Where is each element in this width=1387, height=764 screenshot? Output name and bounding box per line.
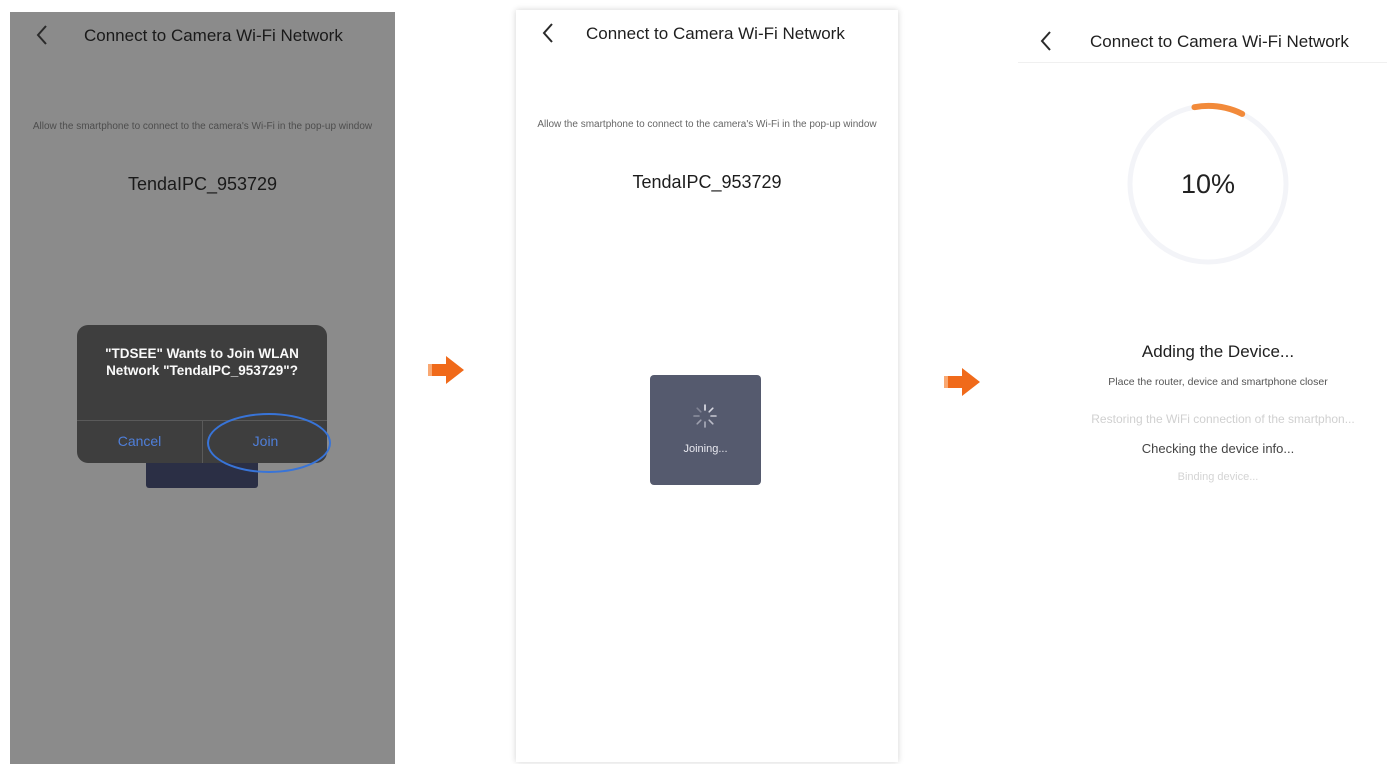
step-checking-device: Checking the device info... <box>1141 441 1295 456</box>
toast-text: Joining... <box>683 443 728 455</box>
cancel-button[interactable]: Cancel <box>77 420 202 463</box>
nav-bar: Connect to Camera Wi-Fi Network <box>1018 6 1387 63</box>
alert-title: "TDSEE" Wants to Join WLAN Network "Tend… <box>105 346 299 378</box>
progress-percent: 10% <box>1180 169 1236 199</box>
arrow-right-icon <box>942 366 982 398</box>
screen-step-3: Connect to Camera Wi-Fi Network 10% Addi… <box>1018 6 1387 758</box>
wifi-ssid: TendaIPC_953729 <box>127 174 278 194</box>
screen-step-1: Connect to Camera Wi-Fi Network Allow th… <box>10 12 395 764</box>
step-binding-device: Binding device... <box>1177 471 1259 483</box>
joining-toast: Joining... <box>650 375 761 485</box>
spinner-icon <box>693 404 717 428</box>
page-title: Connect to Camera Wi-Fi Network <box>586 24 845 43</box>
join-button[interactable]: Join <box>203 420 328 463</box>
status-title: Adding the Device... <box>1141 342 1295 361</box>
nav-bar: Connect to Camera Wi-Fi Network <box>516 10 898 58</box>
wifi-ssid: TendaIPC_953729 <box>632 172 782 192</box>
status-hint: Place the router, device and smartphone … <box>1108 376 1328 388</box>
back-chevron-icon[interactable] <box>1032 26 1062 56</box>
arrow-right-icon <box>426 354 466 386</box>
instruction-text: Allow the smartphone to connect to the c… <box>32 121 373 132</box>
page-title: Connect to Camera Wi-Fi Network <box>84 26 343 45</box>
step-restoring-wifi: Restoring the WiFi connection of the sma… <box>1091 412 1355 426</box>
nav-bar: Connect to Camera Wi-Fi Network <box>10 12 395 60</box>
instruction-text: Allow the smartphone to connect to the c… <box>537 119 877 130</box>
page-title: Connect to Camera Wi-Fi Network <box>1090 32 1349 51</box>
join-wlan-alert: "TDSEE" Wants to Join WLAN Network "Tend… <box>77 325 331 473</box>
screen-step-2: Connect to Camera Wi-Fi Network Allow th… <box>516 10 898 762</box>
